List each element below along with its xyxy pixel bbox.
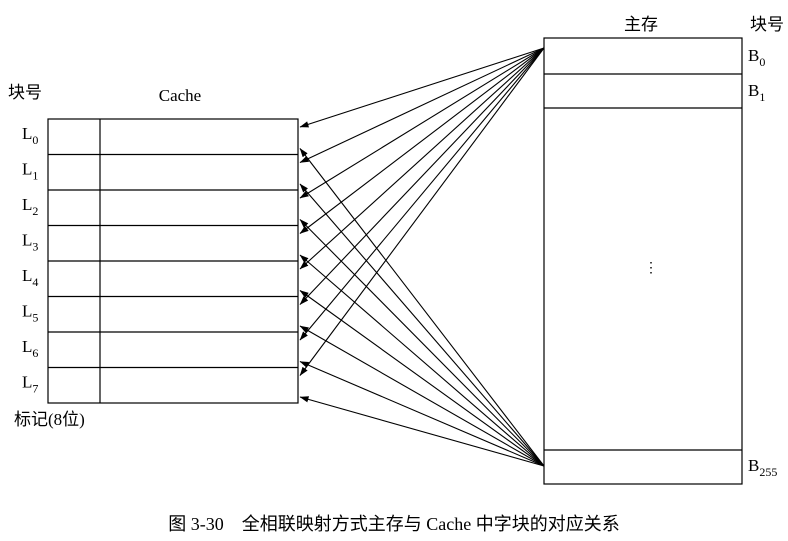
- cache-line-label: L7: [22, 372, 38, 395]
- mapping-arrow: [299, 219, 545, 467]
- cache-line-label: L6: [22, 337, 38, 360]
- mapping-arrow: [299, 290, 545, 467]
- main-memory-block: 主存 块号 ⋮ B0 B1 B255: [543, 15, 784, 485]
- main-memory-title: 主存: [624, 15, 658, 34]
- mapping-arrow: [299, 396, 545, 467]
- cache-line-label: L2: [22, 195, 38, 218]
- mapping-arrow: [299, 325, 545, 467]
- main-memory-block-label: B0: [748, 46, 765, 69]
- cache-line-label: L4: [22, 266, 38, 289]
- cache-line-label: L1: [22, 159, 38, 182]
- figure-caption: 图 3-30 全相联映射方式主存与 Cache 中字块的对应关系: [168, 514, 619, 534]
- main-memory-frame: [543, 37, 743, 485]
- mapping-arrow: [299, 47, 545, 128]
- cache-line-labels: L0 L1 L2 L3 L4 L5 L6 L7: [22, 124, 38, 396]
- mapping-arrow: [299, 47, 545, 376]
- tag-width-note: 标记(8位): [14, 410, 85, 429]
- cache-line-label: L5: [22, 301, 38, 324]
- main-memory-block-number-header: 块号: [750, 15, 784, 34]
- cache-title: Cache: [159, 86, 201, 105]
- mapping-arrow: [299, 47, 545, 234]
- mapping-arrow: [299, 47, 545, 341]
- cache-block-number-header: 块号: [8, 83, 42, 102]
- main-memory-block-labels: B0 B1 B255: [748, 46, 777, 479]
- full-associative-mapping-diagram: 块号 Cache L0 L1 L2 L3 L4 L5 L6 L7 标记(8位) 主存 块号 ⋮…: [8, 15, 784, 534]
- main-memory-block-label: B1: [748, 81, 765, 104]
- mapping-arrow: [299, 47, 545, 270]
- mapping-arrow: [299, 360, 545, 467]
- mapping-arrows: [299, 47, 545, 467]
- main-memory-block-label: B255: [748, 456, 777, 479]
- mapping-arrow: [299, 254, 545, 467]
- mapping-arrow: [299, 183, 545, 467]
- cache-line-label: L3: [22, 230, 38, 253]
- ellipsis-vertical: ⋮: [644, 261, 658, 276]
- mapping-arrow: [299, 148, 545, 467]
- cache-line-label: L0: [22, 124, 38, 147]
- mapping-arrow: [299, 47, 545, 163]
- mapping-arrow: [299, 47, 545, 305]
- cache-block: 块号 Cache L0 L1 L2 L3 L4 L5 L6 L7 标记(8位): [8, 83, 299, 429]
